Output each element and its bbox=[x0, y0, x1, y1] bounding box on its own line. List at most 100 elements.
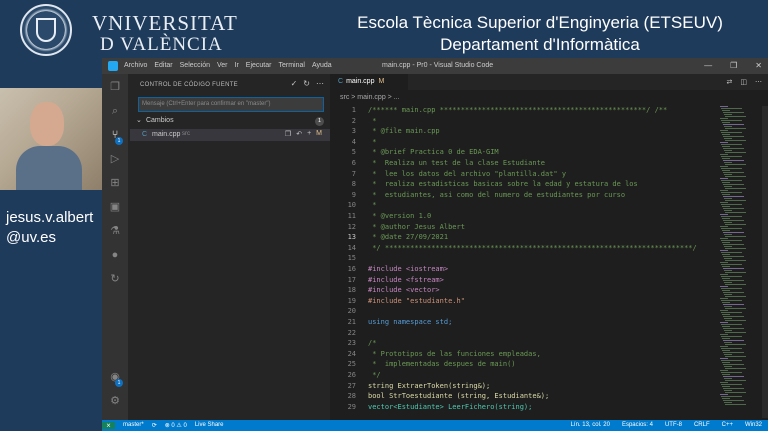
sync-status[interactable]: ⟳ bbox=[152, 422, 157, 429]
close-icon[interactable]: ✕ bbox=[755, 61, 762, 70]
line-ending[interactable]: CRLF bbox=[694, 422, 710, 428]
files-icon[interactable]: ❐ bbox=[108, 80, 122, 94]
github-icon[interactable]: ● bbox=[108, 248, 122, 262]
minimap-line bbox=[720, 370, 728, 371]
menu-terminal[interactable]: Terminal bbox=[278, 62, 304, 69]
minimap-line bbox=[720, 214, 728, 215]
stage-changes-icon[interactable]: + bbox=[307, 130, 311, 138]
modified-status: M bbox=[316, 130, 322, 137]
code-line: * @date 27/09/2021 bbox=[368, 233, 449, 242]
platform[interactable]: Win32 bbox=[745, 422, 762, 428]
code-view[interactable]: 1 /****** main.cpp **********************… bbox=[330, 106, 720, 420]
line-number: 7 bbox=[351, 169, 356, 178]
presenter-webcam bbox=[0, 88, 102, 190]
changes-section-header[interactable]: ⌄ Cambios 1 bbox=[136, 116, 326, 128]
menu-ver[interactable]: Ver bbox=[217, 62, 228, 69]
changed-file-item[interactable]: C main.cpp src ❐ ↶ + M bbox=[130, 129, 330, 141]
refresh-icon[interactable]: ↻ bbox=[303, 79, 310, 88]
menu-seleccion[interactable]: Selección bbox=[180, 62, 210, 69]
minimap-line bbox=[725, 392, 746, 393]
minimap-line bbox=[725, 296, 746, 297]
minimap-line bbox=[722, 218, 730, 219]
code-line: * bbox=[368, 201, 377, 210]
editor-scrollbar[interactable] bbox=[762, 106, 768, 418]
minimap-line bbox=[723, 196, 744, 197]
open-file-icon[interactable]: ❐ bbox=[285, 130, 291, 138]
tab-label: main.cpp bbox=[346, 78, 375, 85]
minimap-line bbox=[723, 292, 744, 293]
line-number: 23 bbox=[347, 339, 356, 348]
minimap-line bbox=[722, 206, 730, 207]
open-changes-icon[interactable]: ⇄ bbox=[727, 78, 733, 86]
run-debug-icon[interactable]: ▷ bbox=[108, 152, 122, 166]
menu-bar: Archivo Editar Selección Ver Ir Ejecutar… bbox=[124, 62, 332, 69]
testing-icon[interactable]: ⚗ bbox=[108, 224, 122, 238]
tab-main-cpp[interactable]: Cmain.cpp M bbox=[330, 74, 408, 90]
minimize-icon[interactable]: — bbox=[704, 61, 712, 70]
menu-editar[interactable]: Editar bbox=[154, 62, 172, 69]
live-share-status[interactable]: Live Share bbox=[195, 422, 224, 429]
minimap-line bbox=[723, 388, 744, 389]
remote-indicator-icon[interactable]: ⨯ bbox=[102, 422, 116, 429]
branch-status[interactable]: master* bbox=[123, 422, 144, 429]
school-title: Escola Tècnica Superior d'Enginyeria (ET… bbox=[330, 12, 750, 56]
minimap-line bbox=[723, 112, 744, 113]
menu-ayuda[interactable]: Ayuda bbox=[312, 62, 332, 69]
minimap-line bbox=[721, 384, 742, 385]
menu-ir[interactable]: Ir bbox=[235, 62, 239, 69]
minimap-line bbox=[720, 310, 728, 311]
cursor-position[interactable]: Lín. 13, col. 20 bbox=[571, 422, 610, 428]
breadcrumb[interactable]: src > main.cpp > ... bbox=[340, 94, 400, 101]
title-bar: Archivo Editar Selección Ver Ir Ejecutar… bbox=[102, 58, 768, 74]
more-actions-icon[interactable]: ⋯ bbox=[316, 79, 324, 88]
line-number: 6 bbox=[351, 159, 356, 167]
minimap-line bbox=[720, 262, 728, 263]
remote-explorer-icon[interactable]: ▣ bbox=[108, 200, 122, 214]
minimap-line bbox=[724, 270, 732, 271]
menu-ejecutar[interactable]: Ejecutar bbox=[246, 62, 272, 69]
maximize-icon[interactable]: ❐ bbox=[730, 61, 737, 70]
split-editor-icon[interactable]: ◫ bbox=[740, 78, 747, 86]
minimap-line bbox=[720, 322, 728, 323]
language-mode[interactable]: C++ bbox=[722, 422, 733, 428]
minimap-line bbox=[725, 368, 746, 369]
department-name: Departament d'Informàtica bbox=[440, 35, 640, 54]
minimap-line bbox=[720, 202, 728, 203]
more-editor-actions-icon[interactable]: ⋯ bbox=[755, 78, 762, 86]
commit-message-input[interactable]: Mensaje (Ctrl+Enter para confirmar en "m… bbox=[138, 97, 324, 112]
line-number: 19 bbox=[347, 296, 356, 305]
minimap-line bbox=[725, 356, 746, 357]
search-icon[interactable]: ⌕ bbox=[108, 104, 122, 118]
editor-actions: ⇄ ◫ ⋯ bbox=[727, 78, 763, 86]
problems-status[interactable]: ⊗ 0 ⚠ 0 bbox=[165, 422, 187, 429]
discard-changes-icon[interactable]: ↶ bbox=[296, 130, 302, 138]
code-line: #include "estudiante.h" bbox=[368, 296, 465, 305]
minimap-line bbox=[721, 396, 742, 397]
minimap-line bbox=[723, 184, 744, 185]
line-number: 28 bbox=[347, 392, 356, 401]
commit-icon[interactable]: ✓ bbox=[291, 79, 298, 88]
line-number: 16 bbox=[347, 265, 356, 273]
live-share-icon[interactable]: ↻ bbox=[108, 272, 122, 286]
minimap-line bbox=[723, 268, 744, 269]
minimap-line bbox=[724, 162, 732, 163]
minimap-line bbox=[725, 140, 746, 141]
settings-icon[interactable]: ⚙ bbox=[108, 394, 122, 408]
minimap-line bbox=[722, 158, 730, 159]
menu-archivo[interactable]: Archivo bbox=[124, 62, 147, 69]
encoding[interactable]: UTF-8 bbox=[665, 422, 682, 428]
minimap-line bbox=[722, 266, 730, 267]
minimap-line bbox=[725, 116, 746, 117]
minimap-line bbox=[725, 224, 746, 225]
indentation[interactable]: Espacios: 4 bbox=[622, 422, 653, 428]
line-number: 10 bbox=[347, 201, 356, 210]
sidebar-title: CONTROL DE CÓDIGO FUENTE bbox=[140, 82, 238, 88]
minimap-line bbox=[725, 176, 746, 177]
minimap-line bbox=[720, 346, 728, 347]
minimap-line bbox=[720, 250, 728, 251]
extensions-icon[interactable]: ⊞ bbox=[108, 176, 122, 190]
line-number: 22 bbox=[347, 328, 356, 337]
minimap-line bbox=[720, 286, 728, 287]
source-control-sidebar: CONTROL DE CÓDIGO FUENTE ✓ ↻ ⋯ Mensaje (… bbox=[128, 74, 330, 420]
minimap[interactable] bbox=[720, 106, 760, 418]
